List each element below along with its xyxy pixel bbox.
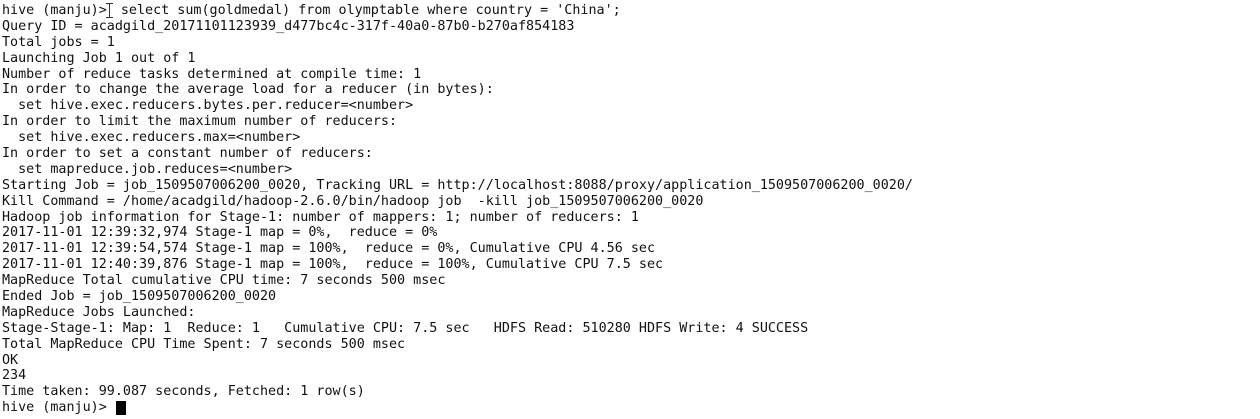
output-line: Ended Job = job_1509507006200_0020 [2, 289, 277, 305]
output-line: Launching Job 1 out of 1 [2, 50, 196, 66]
output-line: 2017-11-01 12:39:32,974 Stage-1 map = 0%… [2, 225, 438, 241]
output-line: 2017-11-01 12:40:39,876 Stage-1 map = 10… [2, 257, 664, 273]
output-line: MapReduce Jobs Launched: [2, 304, 196, 320]
output-line: Time taken: 99.087 seconds, Fetched: 1 r… [2, 384, 365, 400]
output-line: Total jobs = 1 [2, 34, 115, 50]
output-line: MapReduce Total cumulative CPU time: 7 s… [2, 273, 446, 289]
command-text: select sum(goldmedal) from olymptable wh… [112, 3, 621, 18]
command-prompt: hive (manju)> [2, 3, 107, 18]
output-line: In order to set a constant number of red… [2, 146, 373, 162]
output-line: Kill Command = /home/acadgild/hadoop-2.6… [2, 193, 704, 209]
input-line[interactable]: hive (manju)> [2, 400, 1260, 416]
output-line: set hive.exec.reducers.max=<number> [2, 130, 301, 146]
output-line: 234 [2, 368, 27, 384]
output-line: Number of reduce tasks determined at com… [2, 66, 422, 82]
output-line: Stage-Stage-1: Map: 1 Reduce: 1 Cumulati… [2, 320, 809, 336]
output-line: In order to limit the maximum number of … [2, 114, 398, 130]
text-cursor-ibeam-icon [105, 3, 114, 19]
terminal-output: hive (manju)> select sum(goldmedal) from… [0, 0, 1260, 416]
output-line: In order to change the average load for … [2, 82, 494, 98]
terminal-window[interactable]: hive (manju)> select sum(goldmedal) from… [0, 0, 1260, 419]
output-line: Total MapReduce CPU Time Spent: 7 second… [2, 336, 406, 352]
output-line: Query ID = acadgild_20171101123939_d477b… [2, 18, 575, 34]
output-line: Starting Job = job_1509507006200_0020, T… [2, 177, 913, 193]
output-line: set hive.exec.reducers.bytes.per.reducer… [2, 98, 414, 114]
output-line: set mapreduce.job.reduces=<number> [2, 161, 293, 177]
output-line: OK [2, 352, 19, 368]
command-line: hive (manju)> select sum(goldmedal) from… [2, 3, 1260, 19]
output-line: 2017-11-01 12:39:54,574 Stage-1 map = 10… [2, 241, 656, 257]
input-prompt: hive (manju)> [2, 400, 115, 416]
block-cursor-icon [115, 401, 126, 416]
output-line: Hadoop job information for Stage-1: numb… [2, 209, 639, 225]
